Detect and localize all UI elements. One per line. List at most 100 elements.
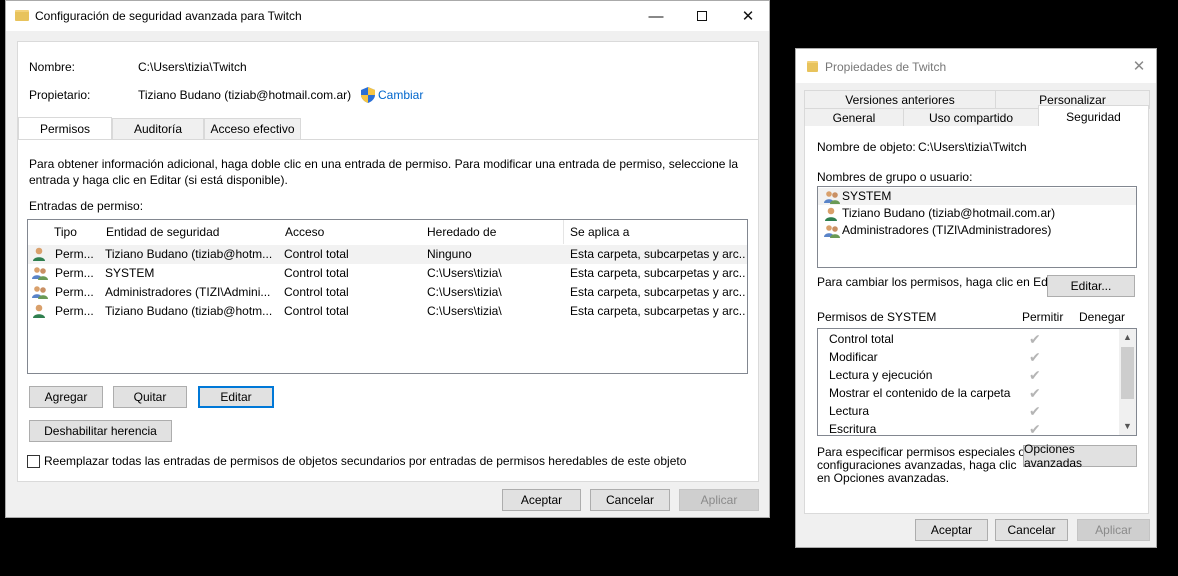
groups-list[interactable]: SYSTEM Tiziano Budano (tiziab@hotmail.com… — [817, 186, 1137, 268]
checkmark-icon: ✔ — [1029, 385, 1041, 401]
cell-type: Perm... — [55, 247, 94, 261]
permission-row: Modificar ✔ — [818, 348, 1118, 366]
props-edit-button[interactable]: Editar... — [1047, 275, 1135, 297]
name-value: C:\Users\tizia\Twitch — [138, 60, 247, 74]
permission-row: Escritura ✔ — [818, 420, 1118, 436]
cell-type: Perm... — [55, 285, 94, 299]
group-name: Tiziano Budano (tiziab@hotmail.com.ar) — [842, 206, 1056, 220]
scroll-up-icon[interactable]: ▲ — [1119, 329, 1136, 346]
table-row[interactable]: Perm... Tiziano Budano (tiziab@hotm... Con… — [28, 302, 747, 321]
close-icon[interactable]: ✕ — [725, 1, 771, 31]
col-header-entidad[interactable]: Entidad de seguridad — [100, 220, 280, 244]
minimize-icon[interactable]: — — [633, 1, 679, 31]
scroll-thumb[interactable] — [1121, 347, 1134, 399]
table-row[interactable]: Perm... Administradores (TIZI\Admini... Co… — [28, 283, 747, 302]
tab-seguridad[interactable]: Seguridad — [1038, 105, 1149, 127]
folder-icon — [15, 10, 29, 21]
permission-row: Mostrar el contenido de la carpeta ✔ — [818, 384, 1118, 402]
owner-label: Propietario: — [29, 88, 91, 102]
cell-applies: Esta carpeta, subcarpetas y arc... — [570, 247, 745, 261]
checkmark-icon: ✔ — [1029, 403, 1041, 419]
tab-versiones-anteriores[interactable]: Versiones anteriores — [804, 90, 996, 109]
list-item[interactable]: SYSTEM — [818, 188, 1136, 205]
cell-applies: Esta carpeta, subcarpetas y arc... — [570, 266, 745, 280]
tab-permisos[interactable]: Permisos — [18, 117, 112, 140]
cell-applies: Esta carpeta, subcarpetas y arc... — [570, 304, 745, 318]
ok-button[interactable]: Aceptar — [502, 489, 581, 511]
permission-row: Lectura y ejecución ✔ — [818, 366, 1118, 384]
close-icon[interactable]: ✕ — [1124, 49, 1154, 83]
permission-name: Control total — [829, 332, 894, 346]
groups-label: Nombres de grupo o usuario: — [817, 170, 973, 184]
tab-acceso-efectivo[interactable]: Acceso efectivo — [204, 118, 301, 139]
col-header-heredado[interactable]: Heredado de — [421, 220, 564, 244]
maximize-icon[interactable] — [679, 1, 725, 31]
replace-checkbox[interactable] — [27, 455, 40, 468]
cell-principal: SYSTEM — [105, 266, 155, 280]
list-item[interactable]: Tiziano Budano (tiziab@hotmail.com.ar) — [818, 205, 1136, 222]
tab-general[interactable]: General — [804, 108, 904, 127]
props-cancel-button[interactable]: Cancelar — [995, 519, 1068, 541]
title-bar[interactable]: Configuración de seguridad avanzada para… — [6, 1, 769, 31]
cell-inherited: C:\Users\tizia\ — [427, 304, 502, 318]
props-apply-button[interactable]: Aplicar — [1077, 519, 1150, 541]
checkmark-icon: ✔ — [1029, 349, 1041, 365]
advanced-security-window: Configuración de seguridad avanzada para… — [5, 0, 770, 518]
cell-access: Control total — [284, 247, 349, 261]
owner-value: Tiziano Budano (tiziab@hotmail.com.ar) — [138, 88, 352, 102]
user-icon — [824, 207, 838, 221]
cancel-button[interactable]: Cancelar — [590, 489, 670, 511]
tab-auditoria[interactable]: Auditoría — [112, 118, 204, 139]
group-name: SYSTEM — [842, 189, 892, 203]
advanced-options-button[interactable]: Opciones avanzadas — [1023, 442, 1137, 470]
name-label: Nombre: — [29, 60, 76, 74]
checkmark-icon: ✔ — [1029, 367, 1041, 383]
table-row[interactable]: Perm... Tiziano Budano (tiziab@hotm... Con… — [28, 245, 747, 264]
group-icon — [824, 190, 840, 204]
add-button[interactable]: Agregar — [29, 386, 103, 408]
permission-row: Control total ✔ — [818, 330, 1118, 348]
disable-inheritance-button[interactable]: Deshabilitar herencia — [29, 420, 172, 442]
permission-name: Escritura — [829, 422, 877, 436]
cell-applies: Esta carpeta, subcarpetas y arc... — [570, 285, 745, 299]
advanced-hint-2: configuraciones avanzadas, haga clic — [817, 458, 1017, 472]
advanced-hint-3: en Opciones avanzadas. — [817, 471, 950, 485]
col-header-aplica[interactable]: Se aplica a — [564, 220, 747, 244]
permission-row: Lectura ✔ — [818, 402, 1118, 420]
cell-type: Perm... — [55, 304, 94, 318]
col-header-acceso[interactable]: Acceso — [279, 220, 422, 244]
user-icon — [32, 247, 46, 261]
col-header-tipo[interactable]: Tipo — [48, 220, 102, 244]
list-item[interactable]: Administradores (TIZI\Administradores) — [818, 222, 1136, 239]
props-title-bar[interactable]: Propiedades de Twitch ✕ — [796, 49, 1156, 83]
group-icon — [32, 266, 48, 280]
window-title: Configuración de seguridad avanzada para… — [35, 9, 302, 23]
props-window-title: Propiedades de Twitch — [825, 60, 947, 74]
props-ok-button[interactable]: Aceptar — [915, 519, 988, 541]
entries-label: Entradas de permiso: — [29, 199, 144, 213]
remove-button[interactable]: Quitar — [113, 386, 187, 408]
checkmark-icon: ✔ — [1029, 421, 1041, 436]
edit-hint: Para cambiar los permisos, haga clic en … — [817, 275, 1068, 289]
shield-icon — [361, 87, 375, 103]
permissions-scrollbar[interactable]: ▲ ▼ — [1119, 329, 1136, 435]
checkmark-icon: ✔ — [1029, 331, 1041, 347]
permission-name: Mostrar el contenido de la carpeta — [829, 386, 1011, 400]
apply-button[interactable]: Aplicar — [679, 489, 759, 511]
tab-uso-compartido[interactable]: Uso compartido — [903, 108, 1039, 127]
change-owner-link[interactable]: Cambiar — [378, 88, 423, 102]
tab-divider — [18, 139, 759, 140]
table-row[interactable]: Perm... SYSTEM Control total C:\Users\tizia… — [28, 264, 747, 283]
object-name-value: C:\Users\tizia\Twitch — [918, 140, 1027, 154]
cell-access: Control total — [284, 266, 349, 280]
permission-entries-list[interactable]: Tipo Entidad de seguridad Acceso Heredad… — [27, 219, 748, 374]
permissions-list[interactable]: Control total ✔ Modificar ✔ Lectura y ejecuc… — [817, 328, 1137, 436]
info-text-2: entrada y haga clic en Editar (si está d… — [29, 173, 288, 187]
object-name-label: Nombre de objeto: — [817, 140, 916, 154]
user-icon — [32, 304, 46, 318]
cell-type: Perm... — [55, 266, 94, 280]
replace-checkbox-label: Reemplazar todas las entradas de permiso… — [44, 454, 687, 468]
edit-button[interactable]: Editar — [198, 386, 274, 408]
cell-access: Control total — [284, 304, 349, 318]
scroll-down-icon[interactable]: ▼ — [1119, 418, 1136, 435]
